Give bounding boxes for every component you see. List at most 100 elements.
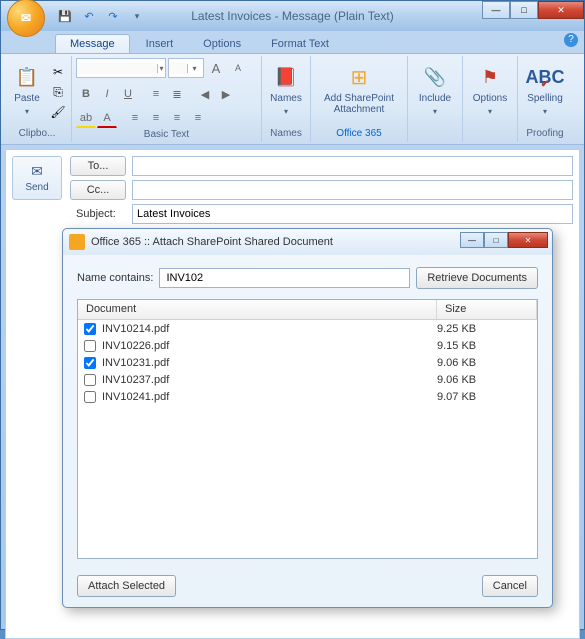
- table-row[interactable]: INV10241.pdf9.07 KB: [78, 388, 537, 405]
- spelling-button[interactable]: ABC✔ Spelling: [522, 58, 568, 124]
- font-size-selector[interactable]: ▾: [168, 58, 204, 78]
- office-orb-button[interactable]: ✉: [7, 0, 45, 37]
- group-clipboard: 📋 Paste ✂ ⎘ 🖌 Clipbo...: [3, 56, 72, 142]
- group-label-names: Names: [266, 127, 306, 140]
- underline-button[interactable]: U: [118, 84, 138, 104]
- chevron-down-icon: [543, 106, 547, 117]
- attach-selected-button[interactable]: Attach Selected: [77, 575, 176, 597]
- undo-icon[interactable]: ↶: [81, 8, 97, 24]
- address-book-icon: 📕: [272, 63, 300, 91]
- document-name: INV10214.pdf: [102, 323, 437, 335]
- document-name: INV10231.pdf: [102, 357, 437, 369]
- paste-icon: 📋: [13, 63, 41, 91]
- table-row[interactable]: INV10231.pdf9.06 KB: [78, 354, 537, 371]
- align-left-button[interactable]: ≡: [125, 108, 145, 128]
- options-button[interactable]: ⚑ Options: [467, 58, 513, 124]
- row-checkbox[interactable]: [84, 323, 96, 335]
- row-checkbox[interactable]: [84, 374, 96, 386]
- group-label-options: [467, 138, 513, 140]
- redo-icon[interactable]: ↷: [105, 8, 121, 24]
- cc-field[interactable]: [132, 180, 573, 200]
- group-label-clipboard: Clipbo...: [7, 127, 67, 140]
- name-contains-input[interactable]: [159, 268, 410, 288]
- group-label-basictext: Basic Text: [76, 128, 257, 141]
- quick-access-toolbar: 💾 ↶ ↷ ▾: [57, 8, 145, 24]
- row-checkbox[interactable]: [84, 340, 96, 352]
- outdent-button[interactable]: ◀: [195, 84, 215, 104]
- column-header-document[interactable]: Document: [78, 300, 437, 319]
- chevron-down-icon: [433, 106, 437, 117]
- sharepoint-label: Add SharePoint Attachment: [316, 93, 402, 115]
- save-icon[interactable]: 💾: [57, 8, 73, 24]
- cc-button[interactable]: Cc...: [70, 180, 126, 200]
- maximize-button[interactable]: □: [510, 1, 538, 19]
- close-button[interactable]: ✕: [538, 1, 584, 19]
- group-label-office365[interactable]: Office 365: [315, 127, 403, 140]
- dialog-title: Office 365 :: Attach SharePoint Shared D…: [91, 236, 333, 248]
- cut-icon[interactable]: ✂: [49, 64, 67, 80]
- paste-button[interactable]: 📋 Paste: [7, 58, 47, 124]
- document-list: Document Size INV10214.pdf9.25 KBINV1022…: [77, 299, 538, 559]
- font-family-selector[interactable]: ▾: [76, 58, 166, 78]
- tab-message[interactable]: Message: [55, 34, 130, 53]
- window-title: Latest Invoices - Message (Plain Text): [191, 9, 394, 23]
- group-proofing: ABC✔ Spelling Proofing: [518, 56, 572, 142]
- document-size: 9.25 KB: [437, 323, 533, 335]
- include-button[interactable]: 📎 Include: [412, 58, 458, 124]
- indent-button[interactable]: ▶: [216, 84, 236, 104]
- dialog-minimize-button[interactable]: —: [460, 232, 484, 248]
- font-color-button[interactable]: A: [97, 108, 117, 128]
- bold-button[interactable]: B: [76, 84, 96, 104]
- to-button[interactable]: To...: [70, 156, 126, 176]
- tab-insert[interactable]: Insert: [132, 35, 188, 53]
- qat-dropdown-icon[interactable]: ▾: [129, 8, 145, 24]
- send-label: Send: [25, 182, 48, 193]
- help-icon[interactable]: ?: [564, 33, 578, 47]
- send-icon: ✉: [31, 163, 43, 180]
- ribbon-tabs: Message Insert Options Format Text ?: [1, 31, 584, 53]
- send-button[interactable]: ✉ Send: [12, 156, 62, 200]
- tab-options[interactable]: Options: [189, 35, 255, 53]
- copy-icon[interactable]: ⎘: [49, 84, 67, 100]
- names-button[interactable]: 📕 Names: [266, 58, 306, 124]
- table-row[interactable]: INV10237.pdf9.06 KB: [78, 371, 537, 388]
- grow-font-icon[interactable]: A: [206, 58, 226, 78]
- retrieve-documents-button[interactable]: Retrieve Documents: [416, 267, 538, 289]
- tab-format-text[interactable]: Format Text: [257, 35, 343, 53]
- table-row[interactable]: INV10214.pdf9.25 KB: [78, 320, 537, 337]
- shrink-font-icon[interactable]: A: [228, 58, 248, 78]
- cancel-button[interactable]: Cancel: [482, 575, 538, 597]
- bullets-button[interactable]: ≡: [146, 84, 166, 104]
- highlight-button[interactable]: ab: [76, 108, 96, 128]
- format-painter-icon[interactable]: 🖌: [49, 104, 67, 120]
- justify-button[interactable]: ≡: [188, 108, 208, 128]
- include-label: Include: [419, 93, 451, 104]
- subject-field[interactable]: [132, 204, 573, 224]
- flag-icon: ⚑: [476, 63, 504, 91]
- numbering-button[interactable]: ≣: [167, 84, 187, 104]
- group-label-include: [412, 138, 458, 140]
- spelling-icon: ABC✔: [531, 63, 559, 91]
- align-right-button[interactable]: ≡: [167, 108, 187, 128]
- italic-button[interactable]: I: [97, 84, 117, 104]
- group-names: 📕 Names Names: [262, 56, 311, 142]
- column-header-size[interactable]: Size: [437, 300, 537, 319]
- names-label: Names: [270, 93, 302, 104]
- chevron-down-icon: [284, 106, 288, 117]
- paste-label: Paste: [14, 93, 40, 104]
- row-checkbox[interactable]: [84, 391, 96, 403]
- table-row[interactable]: INV10226.pdf9.15 KB: [78, 337, 537, 354]
- minimize-button[interactable]: —: [482, 1, 510, 19]
- align-center-button[interactable]: ≡: [146, 108, 166, 128]
- row-checkbox[interactable]: [84, 357, 96, 369]
- to-field[interactable]: [132, 156, 573, 176]
- chevron-down-icon: [25, 106, 29, 117]
- add-sharepoint-attachment-button[interactable]: ⊞ Add SharePoint Attachment: [315, 58, 403, 124]
- dialog-titlebar: Office 365 :: Attach SharePoint Shared D…: [63, 229, 552, 255]
- attachment-icon: 📎: [421, 63, 449, 91]
- document-list-header: Document Size: [78, 300, 537, 320]
- document-size: 9.07 KB: [437, 391, 533, 403]
- dialog-close-button[interactable]: ✕: [508, 232, 548, 248]
- dialog-maximize-button[interactable]: □: [484, 232, 508, 248]
- group-office365: ⊞ Add SharePoint Attachment Office 365: [311, 56, 408, 142]
